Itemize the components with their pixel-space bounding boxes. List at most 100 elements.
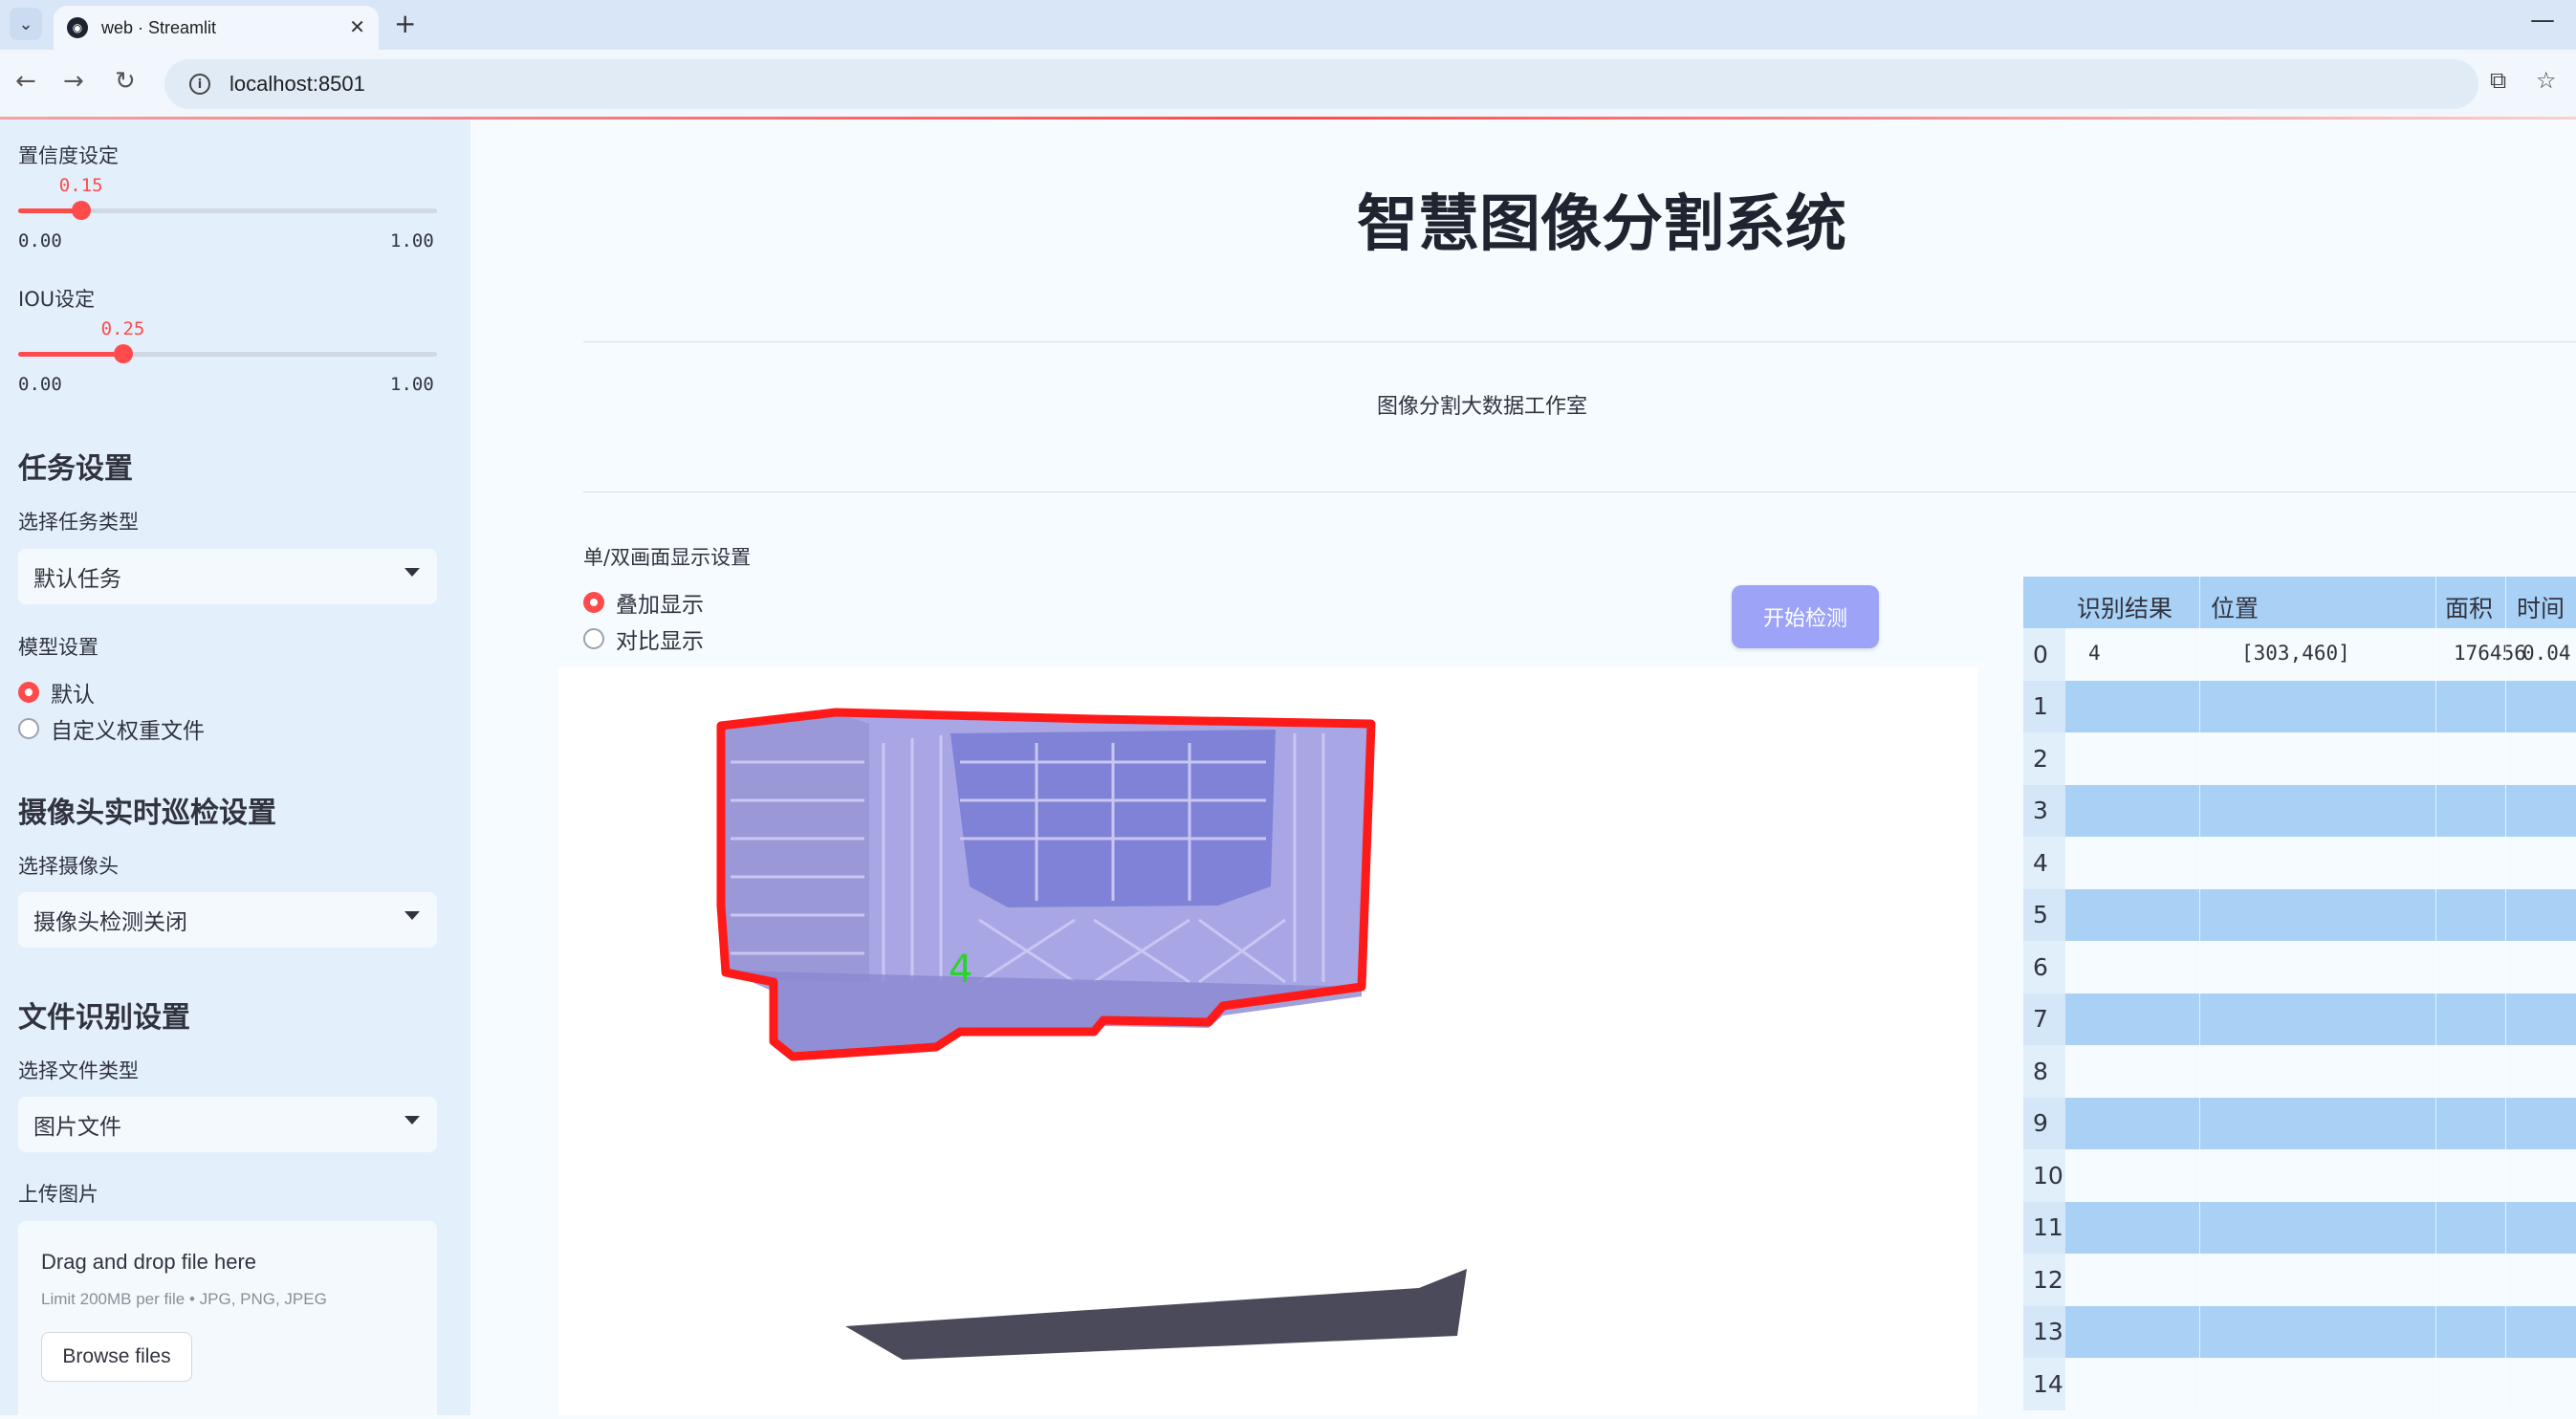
file-type-value: 图片文件 [33, 1115, 121, 1140]
confidence-slider-thumb[interactable] [71, 201, 91, 220]
iou-value: 0.25 [100, 318, 145, 339]
table-row[interactable]: 2 [2023, 732, 2576, 785]
table-row[interactable]: 14 [2023, 1358, 2576, 1410]
column-header[interactable]: 面积 [2445, 590, 2493, 624]
divider [583, 491, 2576, 492]
task-type-label: 选择任务类型 [18, 511, 139, 534]
row-index: 0 [2023, 628, 2065, 681]
table-row[interactable]: 0 4 [303,460] 176456 0.04 [2023, 628, 2576, 681]
start-detection-button[interactable]: 开始检测 [1732, 585, 1879, 648]
tab-title: web · Streamlit [101, 17, 217, 37]
position-cell: [303,460] [2241, 642, 2350, 665]
display-option-label: 对比显示 [616, 629, 704, 654]
file-settings-heading: 文件识别设置 [18, 1001, 190, 1035]
results-table: 识别结果 位置 面积 时间 0 4 [303,460] 176456 0.04 1 2 3 4 5… [2023, 577, 2576, 1415]
table-header: 识别结果 位置 面积 时间 [2023, 577, 2576, 628]
file-type-select[interactable]: 图片文件 [18, 1097, 437, 1152]
camera-select-value: 摄像头检测关闭 [33, 910, 187, 935]
row-index: 7 [2023, 993, 2065, 1045]
table-row[interactable]: 6 [2023, 941, 2576, 993]
display-option-label: 叠加显示 [616, 593, 704, 618]
file-uploader-dropzone[interactable]: Drag and drop file here Limit 200MB per … [18, 1221, 437, 1415]
column-divider [2199, 577, 2200, 1415]
table-row[interactable]: 8 [2023, 1045, 2576, 1098]
studio-name: 图像分割大数据工作室 [1377, 395, 1588, 419]
tab-search-menu-button[interactable]: ⌄ [10, 8, 42, 40]
url-omnibox[interactable]: i localhost:8501 [164, 59, 2478, 109]
confidence-slider[interactable] [18, 201, 437, 220]
divider [583, 341, 2576, 342]
task-settings-heading: 任务设置 [18, 452, 133, 486]
browser-tab[interactable]: ◉ web · Streamlit ✕ [54, 6, 379, 50]
window-minimize-icon[interactable]: — [2530, 6, 2555, 34]
chevron-down-icon [404, 568, 420, 577]
iou-label: IOU设定 [18, 288, 96, 311]
column-header[interactable]: 时间 [2517, 590, 2565, 624]
segmentation-result-image: 4 [558, 666, 1977, 1415]
row-index: 3 [2023, 784, 2065, 837]
iou-slider-thumb[interactable] [113, 344, 133, 363]
model-option-label: 自定义权重文件 [51, 719, 205, 744]
sidebar: 置信度设定 0.15 0.00 1.00 IOU设定 0.25 0.00 1.0… [0, 120, 470, 1415]
display-option-compare[interactable]: 对比显示 [583, 622, 704, 655]
task-type-value: 默认任务 [33, 567, 121, 592]
column-divider [2435, 577, 2436, 1415]
browse-files-button[interactable]: Browse files [41, 1332, 192, 1382]
model-option-default[interactable]: 默认 [18, 676, 95, 709]
table-row[interactable]: 7 [2023, 993, 2576, 1045]
table-row[interactable]: 3 [2023, 784, 2576, 837]
column-header[interactable]: 识别结果 [2077, 590, 2172, 624]
forward-arrow-icon[interactable]: → [63, 67, 84, 96]
iou-slider[interactable] [18, 344, 437, 363]
radio-unselected-icon [18, 718, 39, 739]
camera-settings-heading: 摄像头实时巡检设置 [18, 797, 276, 830]
new-tab-icon[interactable]: + [394, 8, 416, 39]
table-row[interactable]: 12 [2023, 1254, 2576, 1306]
display-option-overlay[interactable]: 叠加显示 [583, 586, 704, 619]
main-content: 智慧图像分割系统 图像分割大数据工作室 单/双画面显示设置 叠加显示 对比显示 … [470, 120, 2576, 1415]
reload-icon[interactable]: ↻ [115, 67, 136, 96]
model-option-label: 默认 [51, 683, 95, 708]
table-row[interactable]: 5 [2023, 888, 2576, 941]
radio-unselected-icon [583, 628, 604, 649]
close-tab-icon[interactable]: ✕ [349, 15, 365, 38]
camera-select-label: 选择摄像头 [18, 855, 119, 878]
site-info-icon[interactable]: i [189, 74, 210, 95]
row-index: 11 [2023, 1201, 2065, 1254]
table-row[interactable]: 11 [2023, 1201, 2576, 1254]
upload-label: 上传图片 [18, 1183, 98, 1206]
confidence-value: 0.15 [58, 175, 103, 196]
column-header[interactable]: 位置 [2211, 590, 2259, 624]
table-row[interactable]: 13 [2023, 1305, 2576, 1358]
dropzone-limit: Limit 200MB per file • JPG, PNG, JPEG [41, 1290, 327, 1308]
model-option-custom[interactable]: 自定义权重文件 [18, 712, 205, 745]
crate-side-panel [721, 712, 869, 982]
studio-divider: 图像分割大数据工作室 [583, 389, 2381, 420]
row-index: 2 [2023, 732, 2065, 785]
table-row[interactable]: 1 [2023, 680, 2576, 732]
task-type-select[interactable]: 默认任务 [18, 549, 437, 604]
dashed-line [583, 404, 1375, 405]
bookmark-star-icon[interactable]: ☆ [2536, 67, 2557, 94]
row-index: 8 [2023, 1045, 2065, 1098]
confidence-min: 0.00 [18, 230, 62, 251]
camera-select[interactable]: 摄像头检测关闭 [18, 892, 437, 948]
table-row[interactable]: 9 [2023, 1097, 2576, 1149]
row-index: 12 [2023, 1254, 2065, 1306]
iou-slider-fill [18, 352, 123, 357]
pallet-base-shadow [845, 1269, 1467, 1360]
radio-selected-icon [18, 682, 39, 703]
browser-address-bar: ← → ↻ i localhost:8501 ⧉ ☆ [0, 50, 2576, 119]
url-text: localhost:8501 [229, 72, 365, 96]
translate-icon[interactable]: ⧉ [2490, 67, 2506, 94]
radio-selected-icon [583, 592, 604, 613]
row-index: 13 [2023, 1305, 2065, 1358]
detection-class-label: 4 [949, 948, 972, 992]
row-index: 5 [2023, 888, 2065, 941]
table-row[interactable]: 4 [2023, 837, 2576, 889]
row-index: 9 [2023, 1097, 2065, 1149]
table-row[interactable]: 10 [2023, 1149, 2576, 1202]
back-arrow-icon[interactable]: ← [15, 67, 36, 96]
area-cell: 176456 [2454, 642, 2526, 665]
page-title: 智慧图像分割系统 [1357, 189, 1846, 260]
